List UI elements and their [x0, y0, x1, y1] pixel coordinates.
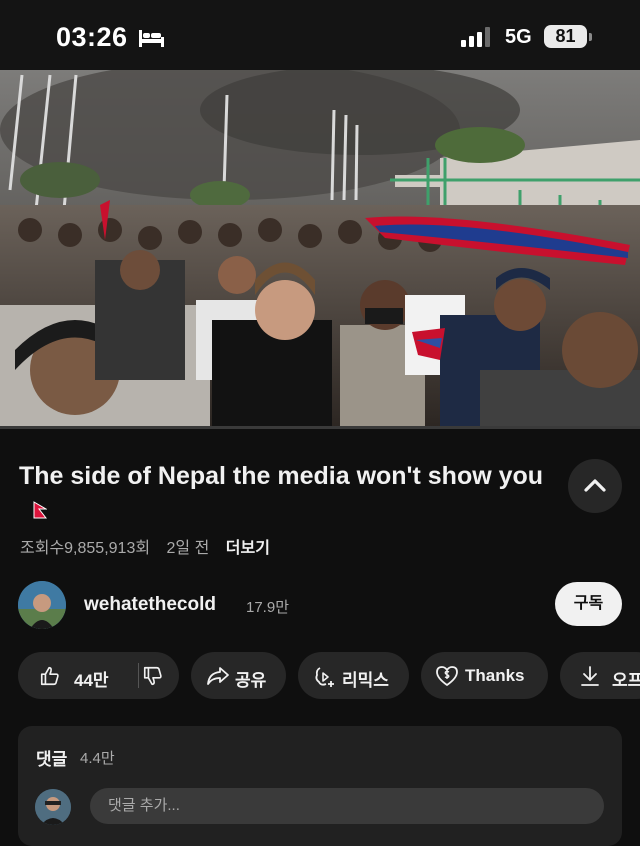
like-dislike-pill: 44만: [18, 652, 179, 699]
thumbs-down-icon[interactable]: [142, 665, 164, 687]
thanks-button[interactable]: Thanks: [421, 652, 548, 699]
video-meta: 조회수9,855,913회 2일 전 더보기: [20, 534, 282, 558]
comments-count: 4.4만: [80, 750, 115, 767]
upload-age: 2일 전: [166, 540, 210, 557]
like-count[interactable]: 44만: [74, 666, 109, 691]
network-type: 5G: [505, 26, 532, 48]
remix-label: 리믹스: [342, 671, 389, 690]
video-title[interactable]: The side of Nepal the media won't show y…: [19, 460, 549, 526]
signal-bars-icon: [461, 27, 490, 47]
remix-icon: [315, 667, 334, 687]
sleep-mode-icon: [139, 30, 164, 47]
clock: 03:26: [56, 22, 128, 52]
user-avatar-image: [35, 789, 71, 825]
download-icon: [581, 666, 599, 686]
share-icon: [207, 667, 229, 685]
user-avatar: [35, 789, 71, 825]
channel-row: wehatethecold 17.9만 구독: [0, 578, 640, 634]
video-player[interactable]: [0, 70, 640, 428]
collapse-description-button[interactable]: [568, 459, 622, 513]
nepal-flag-icon: [33, 501, 47, 519]
remix-button[interactable]: 리믹스: [298, 652, 409, 699]
comments-title: 댓글: [36, 750, 68, 769]
status-bar: 03:26 5G 81: [0, 0, 640, 70]
subscriber-count: 17.9만: [246, 599, 289, 616]
offline-save-button[interactable]: 오프: [560, 652, 640, 699]
comment-input[interactable]: 댓글 추가...: [90, 788, 604, 824]
heart-dollar-icon: [436, 666, 458, 686]
battery-icon: 81: [544, 25, 587, 48]
channel-name[interactable]: wehatethecold: [84, 594, 216, 616]
offline-label: 오프: [612, 671, 640, 690]
chevron-up-icon: [584, 479, 606, 492]
channel-avatar[interactable]: [18, 581, 66, 629]
share-button[interactable]: 공유: [191, 652, 286, 699]
thanks-label: Thanks: [465, 666, 525, 685]
share-label: 공유: [235, 671, 267, 690]
video-frame: [0, 70, 640, 428]
more-link[interactable]: 더보기: [226, 540, 270, 557]
like-divider: [138, 663, 139, 688]
subscribe-button[interactable]: 구독: [555, 582, 622, 626]
channel-avatar-image: [18, 581, 66, 629]
thumbs-up-icon[interactable]: [39, 665, 61, 687]
video-title-text: The side of Nepal the media won't show y…: [19, 462, 544, 490]
view-count: 조회수9,855,913회: [20, 540, 151, 557]
comments-section[interactable]: 댓글 4.4만 댓글 추가...: [18, 726, 622, 846]
battery-tip: [589, 33, 592, 41]
action-bar: 44만 공유 리믹스 Thanks 오프: [0, 652, 640, 700]
